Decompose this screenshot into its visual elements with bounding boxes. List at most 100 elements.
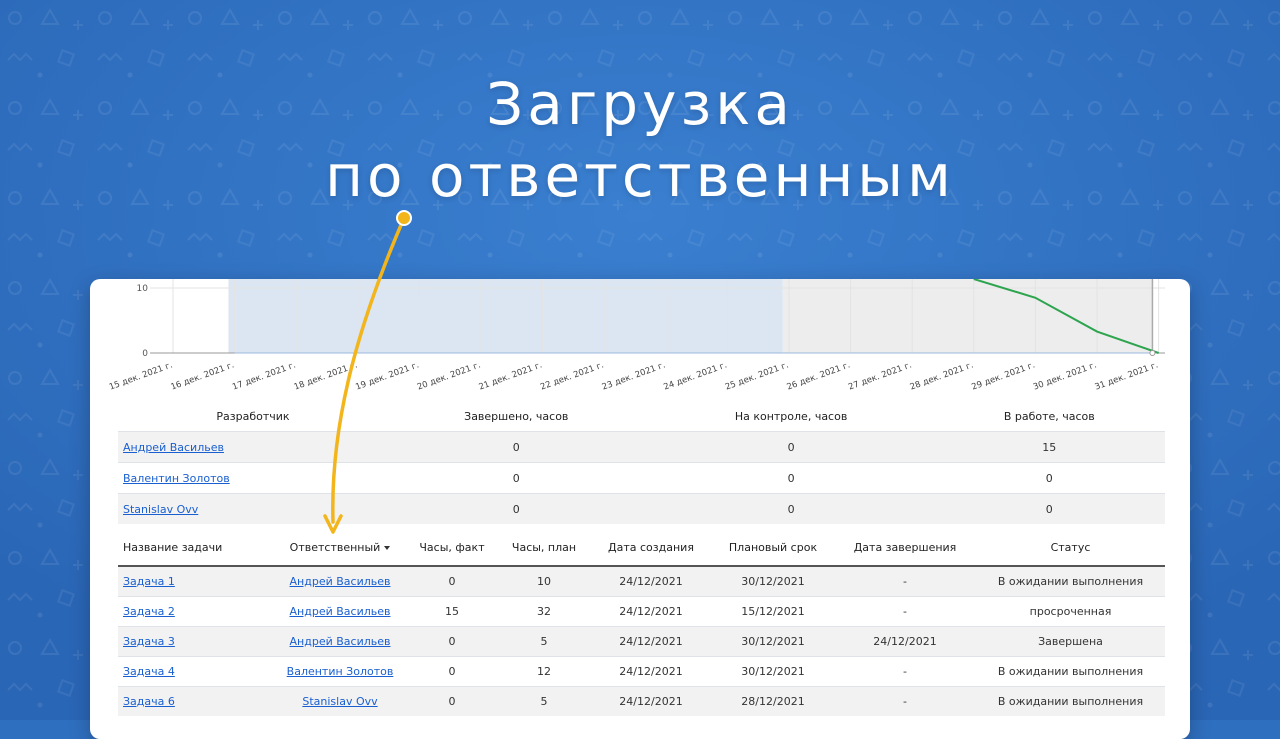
chart-y-tick-label: 10 — [137, 284, 149, 294]
developer-link[interactable]: Валентин Золотов — [123, 472, 230, 485]
finished-date: 24/12/2021 — [834, 626, 976, 657]
control-hours: 0 — [648, 431, 934, 463]
developer-row: Валентин Золотов 0 0 0 — [118, 462, 1165, 494]
chart-y-tick-label: 0 — [142, 349, 148, 359]
col-task-name[interactable]: Название задачи — [118, 529, 274, 567]
control-hours: 0 — [648, 493, 934, 524]
hours-plan: 12 — [498, 656, 590, 687]
work-hours: 0 — [933, 462, 1165, 494]
col-created[interactable]: Дата создания — [590, 529, 712, 567]
hours-plan: 10 — [498, 565, 590, 597]
developers-table: Разработчик Завершено, часов На контроле… — [118, 401, 1165, 524]
tasks-table: Название задачи Ответственный Часы, факт… — [118, 529, 1165, 716]
owner-link[interactable]: Валентин Золотов — [287, 665, 394, 678]
task-status: В ожидании выполнения — [976, 656, 1165, 687]
chart-x-tick-label: 16 дек. 2021 г. — [170, 360, 236, 392]
task-link[interactable]: Задача 3 — [123, 635, 175, 648]
due-date: 15/12/2021 — [712, 596, 834, 627]
report-card: 0 10 15 дек. 2021 г. 16 дек. 2021 г. 17 дек.… — [90, 279, 1190, 739]
owner-link[interactable]: Андрей Васильев — [290, 575, 391, 588]
task-row: Задача 1 Андрей Васильев 0 10 24/12/2021… — [118, 565, 1165, 597]
col-work-hours: В работе, часов — [1003, 409, 1095, 423]
col-owner[interactable]: Ответственный — [274, 529, 406, 567]
owner-link[interactable]: Андрей Васильев — [290, 635, 391, 648]
chart-x-tick-label: 21 дек. 2021 г. — [478, 360, 544, 392]
created-date: 24/12/2021 — [590, 626, 712, 657]
developers-header-row: Разработчик Завершено, часов На контроле… — [118, 401, 1165, 432]
owner-link[interactable]: Андрей Васильев — [290, 605, 391, 618]
headline-line-2: по ответственным — [325, 142, 955, 210]
task-status: В ожидании выполнения — [976, 565, 1165, 597]
hours-plan: 5 — [498, 686, 590, 716]
hours-fact: 0 — [406, 686, 498, 716]
chart-x-tick-label: 18 дек. 2021 г. — [293, 360, 359, 392]
chart-x-tick-label: 19 дек. 2021 г. — [354, 360, 420, 392]
task-link[interactable]: Задача 1 — [123, 575, 175, 588]
task-row: Задача 6 Stanislav Ovv 0 5 24/12/2021 28… — [118, 686, 1165, 716]
finished-date: - — [834, 596, 976, 627]
headline: Загрузка по ответственным — [0, 68, 1280, 212]
finished-date: - — [834, 656, 976, 687]
col-status[interactable]: Статус — [976, 529, 1165, 567]
hours-fact: 0 — [406, 656, 498, 687]
created-date: 24/12/2021 — [590, 596, 712, 627]
due-date: 30/12/2021 — [712, 565, 834, 597]
task-link[interactable]: Задача 2 — [123, 605, 175, 618]
hours-plan: 5 — [498, 626, 590, 657]
developer-link[interactable]: Андрей Васильев — [123, 441, 224, 454]
task-status: просроченная — [976, 596, 1165, 627]
created-date: 24/12/2021 — [590, 656, 712, 687]
developer-row: Stanislav Ovv 0 0 0 — [118, 493, 1165, 524]
task-row: Задача 2 Андрей Васильев 15 32 24/12/202… — [118, 596, 1165, 627]
task-status: Завершена — [976, 626, 1165, 657]
hours-plan: 32 — [498, 596, 590, 627]
hours-fact: 0 — [406, 565, 498, 597]
chart-x-tick-label: 17 дек. 2021 г. — [231, 360, 297, 392]
col-due[interactable]: Плановый срок — [712, 529, 834, 567]
col-owner-label: Ответственный — [289, 540, 381, 554]
chart-x-tick-label: 15 дек. 2021 г. — [108, 360, 174, 392]
hours-fact: 15 — [406, 596, 498, 627]
chart-x-tick-label: 25 дек. 2021 г. — [724, 360, 790, 392]
chart-x-tick-label: 22 дек. 2021 г. — [539, 360, 605, 392]
done-hours: 0 — [384, 493, 649, 524]
work-hours: 0 — [933, 493, 1165, 524]
chart-x-tick-label: 24 дек. 2021 г. — [662, 360, 728, 392]
headline-line-1: Загрузка — [486, 70, 794, 138]
task-row: Задача 4 Валентин Золотов 0 12 24/12/202… — [118, 656, 1165, 687]
control-hours: 0 — [648, 462, 934, 494]
finished-date: - — [834, 686, 976, 716]
col-developer: Разработчик — [216, 409, 290, 423]
col-hours-fact[interactable]: Часы, факт — [406, 529, 498, 567]
task-status: В ожидании выполнения — [976, 686, 1165, 716]
done-hours: 0 — [384, 462, 649, 494]
task-link[interactable]: Задача 6 — [123, 695, 175, 708]
task-row: Задача 3 Андрей Васильев 0 5 24/12/2021 … — [118, 626, 1165, 657]
finished-date: - — [834, 565, 976, 597]
work-hours: 15 — [933, 431, 1165, 463]
workload-chart: 0 10 15 дек. 2021 г.16 дек. 2021 г.17 дек.… — [108, 279, 1165, 393]
chart-x-tick-label: 23 дек. 2021 г. — [601, 360, 667, 392]
chart-x-tick-label: 26 дек. 2021 г. — [786, 360, 852, 392]
task-link[interactable]: Задача 4 — [123, 665, 175, 678]
chart-x-tick-label: 30 дек. 2021 г. — [1032, 360, 1098, 392]
chart-point — [1149, 350, 1156, 356]
owner-link[interactable]: Stanislav Ovv — [302, 695, 377, 708]
developer-row: Андрей Васильев 0 0 15 — [118, 431, 1165, 463]
developer-link[interactable]: Stanislav Ovv — [123, 503, 198, 516]
col-control-hours: На контроле, часов — [734, 409, 848, 423]
sort-caret-icon — [384, 545, 391, 550]
done-hours: 0 — [384, 431, 649, 463]
due-date: 30/12/2021 — [712, 626, 834, 657]
due-date: 30/12/2021 — [712, 656, 834, 687]
chart-x-tick-label: 20 дек. 2021 г. — [416, 360, 482, 392]
due-date: 28/12/2021 — [712, 686, 834, 716]
col-done-hours: Завершено, часов — [464, 409, 569, 423]
hours-fact: 0 — [406, 626, 498, 657]
chart-work-band — [228, 279, 783, 353]
col-finished[interactable]: Дата завершения — [834, 529, 976, 567]
created-date: 24/12/2021 — [590, 686, 712, 716]
tasks-header-row: Название задачи Ответственный Часы, факт… — [118, 529, 1165, 567]
chart-x-tick-label: 28 дек. 2021 г. — [909, 360, 975, 392]
col-hours-plan[interactable]: Часы, план — [498, 529, 590, 567]
